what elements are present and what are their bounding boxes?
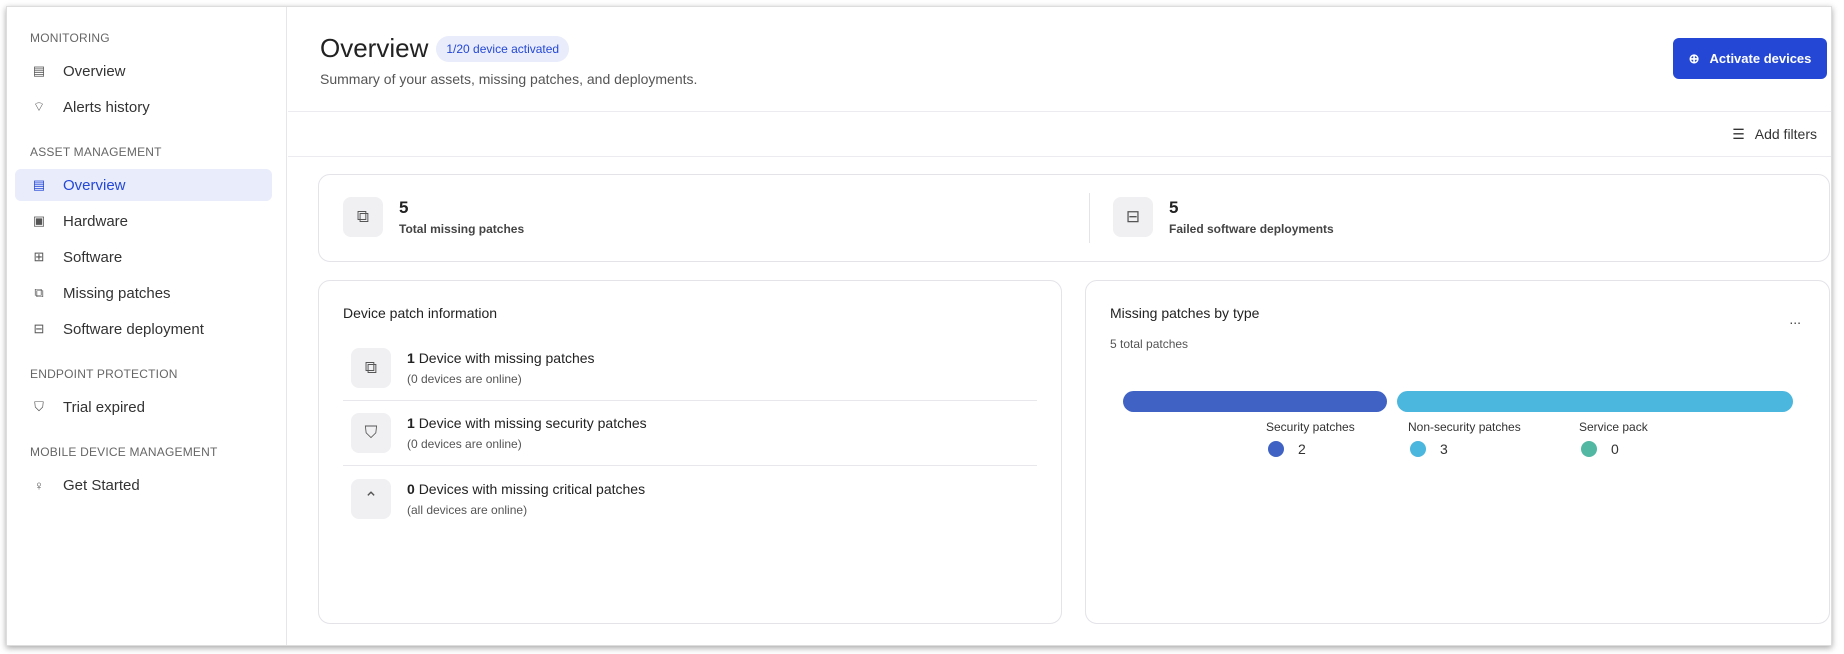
label: Software deployment	[63, 320, 204, 338]
list-item[interactable]: ⛉ 1 Device with missing security patches (…	[343, 401, 1037, 466]
sidebar-item-alerts-history[interactable]: ⌔ Alerts history	[15, 91, 272, 123]
label: Alerts history	[63, 98, 150, 116]
legend-label: Non-security patches	[1408, 420, 1521, 434]
legend-service-pack: Service pack 0	[1579, 420, 1648, 457]
patch-icon: ⧉	[351, 348, 391, 388]
legend-security: Security patches 2	[1266, 420, 1355, 457]
stat-value: 5	[1169, 198, 1179, 217]
stat-failed-deployments: ⊟ 5 Failed software deployments	[1113, 197, 1334, 237]
label: Software	[63, 248, 123, 266]
filter-icon: ☰	[1732, 125, 1745, 142]
list-item[interactable]: ⧉ 1 Device with missing patches (0 devices…	[343, 336, 1037, 401]
app-window: MONITORING ▤ Overview ⌔ Alerts history ASS…	[6, 6, 1832, 646]
label: Missing patches	[63, 284, 171, 302]
count: 0	[407, 480, 415, 497]
patch-icon: ⧉	[343, 197, 383, 237]
page-header: Overview 1/20 device activated Summary of…	[288, 7, 1831, 112]
main-content: Overview 1/20 device activated Summary of…	[288, 7, 1831, 645]
label: Activate devices	[1709, 51, 1812, 66]
card-subtitle: 5 total patches	[1110, 337, 1189, 351]
sidebar-item-hardware[interactable]: ▣ Hardware	[15, 205, 272, 237]
add-filters-button[interactable]: ☰ Add filters	[288, 112, 1831, 157]
legend-value: 2	[1298, 441, 1306, 457]
sidebar-item-asset-overview[interactable]: ▤ Overview	[15, 169, 272, 201]
dashboard-icon: ▤	[32, 177, 46, 192]
stats-card: ⧉ 5 Total missing patches ⊟ 5 Failed softwar…	[318, 174, 1830, 262]
legend-value: 3	[1440, 441, 1448, 457]
sidebar-item-software[interactable]: ⊞ Software	[15, 241, 272, 273]
bar-segment	[1123, 391, 1387, 412]
stat-value: 5	[399, 198, 409, 217]
sidebar-item-get-started[interactable]: ♀ Get Started	[15, 469, 272, 501]
apps-icon: ⊞	[33, 249, 45, 264]
subtext: (0 devices are online)	[407, 437, 522, 451]
text: Devices with missing critical patches	[418, 480, 646, 497]
page-title: Overview	[320, 33, 429, 63]
label: Get Started	[63, 476, 140, 494]
activate-devices-button[interactable]: ⊕ Activate devices	[1673, 38, 1827, 79]
legend-non-security: Non-security patches 3	[1408, 420, 1521, 457]
stat-label: Failed software deployments	[1169, 222, 1334, 236]
stat-label: Total missing patches	[399, 222, 525, 236]
text: Device with missing security patches	[418, 415, 647, 431]
card-title: Device patch information	[343, 305, 498, 321]
legend-dot	[1410, 441, 1426, 457]
list-item[interactable]: ⌃ 0 Devices with missing critical patches…	[343, 466, 1037, 531]
chevrons-up-icon: ⌃	[351, 478, 391, 519]
section-asset-management: ASSET MANAGEMENT	[30, 145, 162, 159]
section-monitoring: MONITORING	[30, 31, 110, 45]
satellite-icon: ⌔	[32, 99, 46, 114]
card-title: Missing patches by type	[1110, 305, 1260, 321]
label: Add filters	[1754, 126, 1817, 142]
sidebar-item-software-deployment[interactable]: ⊟ Software deployment	[15, 313, 272, 345]
section-mdm: MOBILE DEVICE MANAGEMENT	[30, 445, 218, 459]
legend-dot	[1581, 441, 1597, 457]
page-subtitle: Summary of your assets, missing patches,…	[320, 71, 698, 87]
deploy-icon: ⊟	[33, 321, 45, 336]
label: Trial expired	[63, 398, 145, 416]
subtext: (0 devices are online)	[407, 372, 522, 386]
stat-total-missing-patches: ⧉ 5 Total missing patches	[343, 197, 524, 237]
label: Hardware	[63, 212, 129, 230]
text: Device with missing patches	[418, 350, 595, 366]
patch-icon: ⧉	[34, 285, 44, 300]
shield-icon: ⛉	[34, 399, 44, 414]
bar-segment	[1397, 391, 1793, 412]
label: Overview	[63, 62, 126, 80]
legend-value: 0	[1611, 441, 1619, 457]
count: 1	[407, 350, 415, 366]
count: 1	[407, 415, 415, 431]
legend-label: Security patches	[1266, 420, 1355, 434]
section-endpoint-protection: ENDPOINT PROTECTION	[30, 367, 178, 381]
deploy-icon: ⊟	[1113, 197, 1153, 237]
activation-badge: 1/20 device activated	[436, 35, 570, 62]
sidebar-item-missing-patches[interactable]: ⧉ Missing patches	[15, 277, 272, 309]
label: Overview	[63, 176, 126, 194]
plus-circle-icon: ⊕	[1688, 50, 1700, 66]
legend-label: Service pack	[1579, 420, 1648, 434]
device-patch-card: Device patch information ⧉ 1 Device with …	[318, 280, 1062, 624]
chip-icon: ▣	[32, 213, 46, 228]
subtext: (all devices are online)	[407, 502, 528, 517]
sidebar-item-monitoring-overview[interactable]: ▤ Overview	[15, 55, 272, 87]
sidebar: MONITORING ▤ Overview ⌔ Alerts history ASS…	[7, 7, 287, 645]
legend-dot	[1268, 441, 1284, 457]
dashboard-icon: ▤	[32, 63, 46, 78]
security-device-icon: ⛉	[351, 413, 391, 453]
bulb-icon: ♀	[34, 477, 44, 493]
patches-by-type-card: Missing patches by type 5 total patches …	[1085, 280, 1830, 624]
more-menu-icon[interactable]: ...	[1789, 311, 1801, 327]
sidebar-item-trial-expired[interactable]: ⛉ Trial expired	[15, 391, 272, 423]
